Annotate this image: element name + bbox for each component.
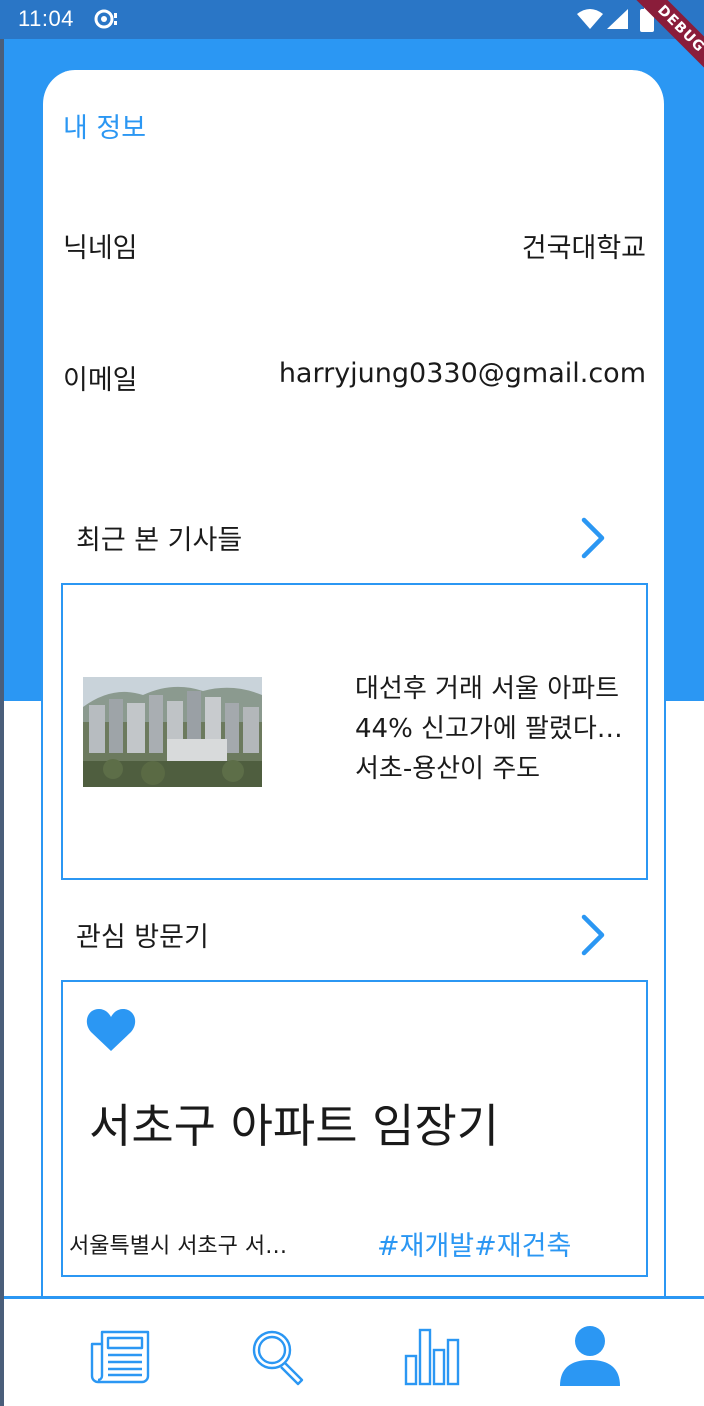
recent-articles-more-button[interactable] (578, 516, 608, 560)
article-thumbnail (83, 677, 262, 787)
search-icon (252, 1330, 304, 1386)
email-label: 이메일 (63, 365, 138, 396)
article-title: 대선후 거래 서울 아파트 44% 신고가에 팔렸다…서초-용산이 주도 (355, 674, 623, 784)
visit-address: 서울특별시 서초구 서… (69, 1234, 288, 1259)
recent-article-card[interactable]: 대선후 거래 서울 아파트 44% 신고가에 팔렸다…서초-용산이 주도 (61, 583, 648, 880)
bottom-nav (4, 1296, 704, 1406)
notification-icon (94, 9, 117, 29)
bar-chart-icon (404, 1328, 460, 1386)
nickname-value: 건국대학교 (521, 233, 646, 264)
person-icon (560, 1326, 620, 1386)
nav-search-button[interactable] (246, 1324, 310, 1388)
visit-title: 서초구 아파트 임장기 (89, 1099, 500, 1153)
profile-card: 내 정보 닉네임 건국대학교 이메일 harryjung0330@gmail.c… (41, 70, 666, 1330)
signal-icon (607, 9, 628, 29)
status-time: 11:04 (18, 6, 74, 31)
email-value: harryjung0330@gmail.com (278, 358, 646, 389)
nav-stats-button[interactable] (400, 1324, 464, 1388)
nav-profile-button[interactable] (558, 1324, 622, 1388)
heart-icon[interactable] (86, 1008, 136, 1052)
status-bar: 11:04 (0, 0, 704, 39)
interest-visit-card[interactable]: 서초구 아파트 임장기 서울특별시 서초구 서… #재개발#재건축 (61, 980, 648, 1277)
interest-visits-more-button[interactable] (578, 913, 608, 957)
page-title: 내 정보 (63, 113, 147, 144)
nickname-label: 닉네임 (63, 233, 138, 264)
nav-news-button[interactable] (88, 1324, 152, 1388)
newspaper-icon (90, 1330, 150, 1384)
wifi-icon (577, 9, 603, 29)
visit-tags: #재개발#재건축 (377, 1231, 572, 1262)
interest-visits-heading: 관심 방문기 (76, 922, 209, 953)
recent-articles-heading: 최근 본 기사들 (76, 525, 243, 556)
